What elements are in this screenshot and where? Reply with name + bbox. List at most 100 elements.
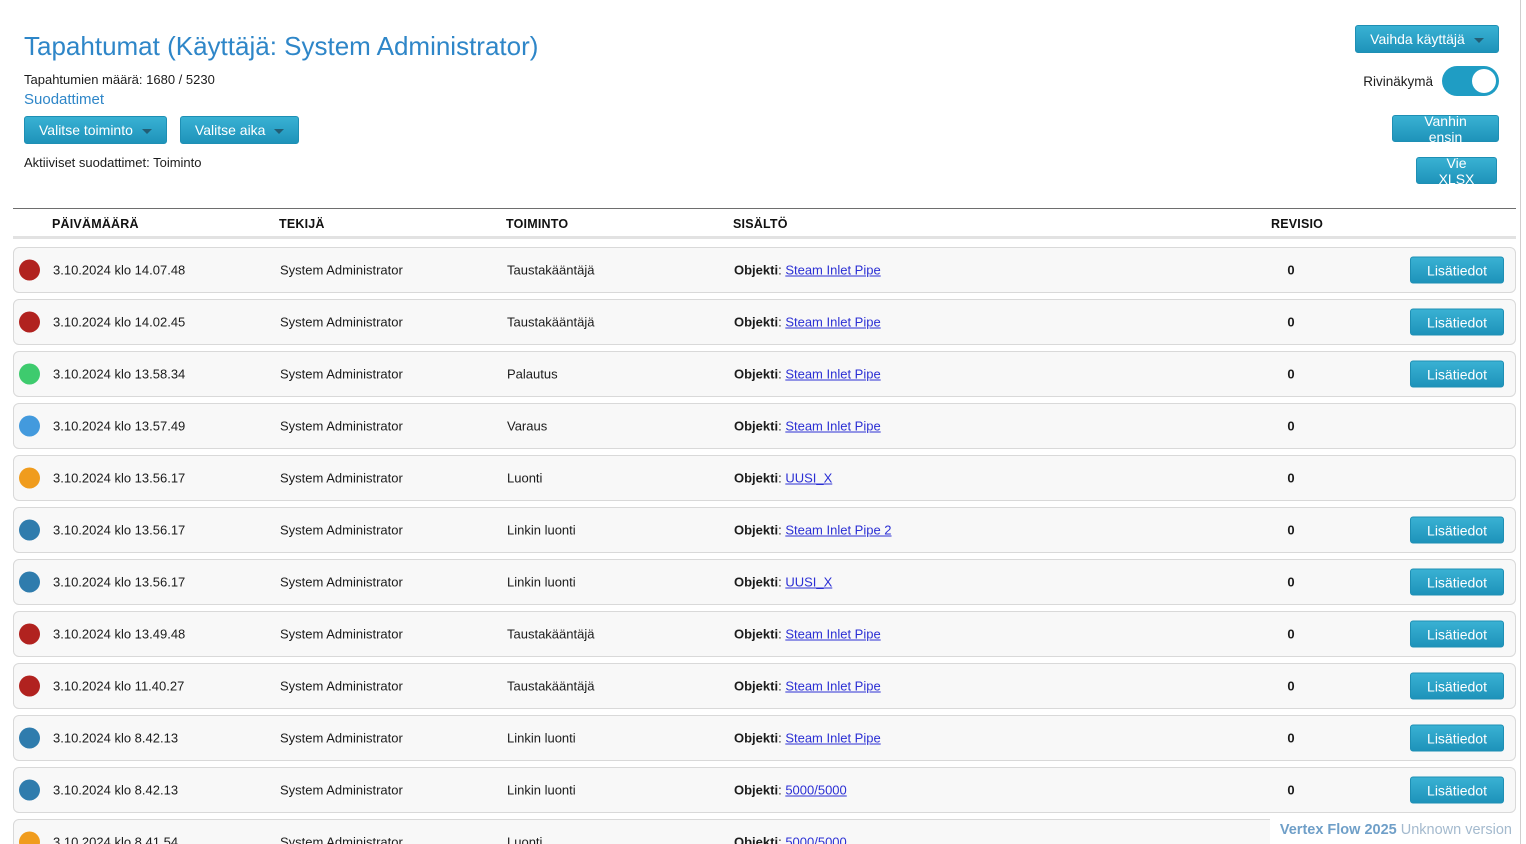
event-date: 3.10.2024 klo 14.07.48 [53, 263, 185, 278]
event-content: Objekti: 5000/5000 [734, 783, 847, 798]
event-action: Linkin luonti [507, 783, 576, 798]
table-row: 3.10.2024 klo 8.42.13 System Administrato… [13, 767, 1516, 813]
event-revision: 0 [1283, 627, 1299, 642]
event-date: 3.10.2024 klo 13.56.17 [53, 523, 185, 538]
details-button[interactable]: Lisätiedot [1410, 309, 1504, 336]
event-author: System Administrator [280, 471, 403, 486]
event-action: Linkin luonti [507, 731, 576, 746]
event-action: Taustakääntäjä [507, 627, 594, 642]
table-row: 3.10.2024 klo 13.58.34System Administrat… [13, 351, 1516, 397]
object-link[interactable]: Steam Inlet Pipe [785, 315, 880, 330]
event-action: Taustakääntäjä [507, 679, 594, 694]
event-action: Taustakääntäjä [507, 315, 594, 330]
object-link[interactable]: Steam Inlet Pipe 2 [785, 523, 891, 538]
oldest-first-button[interactable]: Vanhin ensin [1392, 115, 1499, 142]
object-link[interactable]: Steam Inlet Pipe [785, 731, 880, 746]
event-content: Objekti: Steam Inlet Pipe [734, 419, 881, 434]
change-user-label: Vaihda käyttäjä [1370, 31, 1465, 47]
select-time-dropdown[interactable]: Valitse aika [180, 116, 300, 144]
chevron-down-icon [274, 129, 284, 134]
object-label: Objekti [734, 575, 778, 590]
event-revision: 0 [1283, 263, 1299, 278]
event-content: Objekti: Steam Inlet Pipe [734, 731, 881, 746]
column-header-author: TEKIJÄ [279, 217, 325, 231]
event-type-dot-icon [19, 260, 40, 281]
details-button[interactable]: Lisätiedot [1410, 257, 1504, 284]
object-label: Objekti [734, 679, 778, 694]
details-button[interactable]: Lisätiedot [1410, 621, 1504, 648]
object-link[interactable]: Steam Inlet Pipe [785, 627, 880, 642]
event-date: 3.10.2024 klo 14.02.45 [53, 315, 185, 330]
event-revision: 0 [1283, 783, 1299, 798]
details-button[interactable]: Lisätiedot [1410, 673, 1504, 700]
select-action-dropdown[interactable]: Valitse toiminto [24, 116, 167, 144]
event-action: Varaus [507, 419, 547, 434]
product-name: Vertex Flow 2025 [1280, 822, 1397, 838]
object-label: Objekti [734, 627, 778, 642]
details-button[interactable]: Lisätiedot [1410, 361, 1504, 388]
event-type-dot-icon [19, 780, 40, 801]
event-content: Objekti: Steam Inlet Pipe [734, 627, 881, 642]
details-button[interactable]: Lisätiedot [1410, 777, 1504, 804]
event-action: Luonti [507, 835, 542, 844]
details-button[interactable]: Lisätiedot [1410, 517, 1504, 544]
event-revision: 0 [1283, 731, 1299, 746]
event-author: System Administrator [280, 835, 403, 844]
event-date: 3.10.2024 klo 13.56.17 [53, 471, 185, 486]
object-label: Objekti [734, 835, 778, 844]
table-row: 3.10.2024 klo 13.49.48System Administrat… [13, 611, 1516, 657]
event-revision: 0 [1283, 575, 1299, 590]
object-link[interactable]: Steam Inlet Pipe [785, 263, 880, 278]
event-date: 3.10.2024 klo 8.42.13 [53, 783, 178, 798]
column-header-content: SISÄLTÖ [733, 217, 788, 231]
details-button[interactable]: Lisätiedot [1410, 725, 1504, 752]
event-date: 3.10.2024 klo 8.42.13 [53, 731, 178, 746]
object-link[interactable]: Steam Inlet Pipe [785, 679, 880, 694]
event-type-dot-icon [19, 468, 40, 489]
event-author: System Administrator [280, 367, 403, 382]
filters-link[interactable]: Suodattimet [24, 91, 104, 108]
event-author: System Administrator [280, 263, 403, 278]
object-label: Objekti [734, 315, 778, 330]
event-author: System Administrator [280, 523, 403, 538]
table-row: 3.10.2024 klo 13.56.17 System Administrat… [13, 559, 1516, 605]
event-action: Taustakääntäjä [507, 263, 594, 278]
column-header-action: TOIMINTO [506, 217, 568, 231]
event-type-dot-icon [19, 832, 40, 844]
event-content: Objekti: Steam Inlet Pipe 2 [734, 523, 892, 538]
object-link[interactable]: Steam Inlet Pipe [785, 367, 880, 382]
table-row: 3.10.2024 klo 13.56.17 System Administrat… [13, 455, 1516, 501]
chevron-down-icon [142, 129, 152, 134]
event-content: Objekti: Steam Inlet Pipe [734, 315, 881, 330]
table-row: 3.10.2024 klo 11.40.27System Administrat… [13, 663, 1516, 709]
table-row: 3.10.2024 klo 8.42.13System Administrato… [13, 715, 1516, 761]
event-revision: 0 [1283, 471, 1299, 486]
event-type-dot-icon [19, 676, 40, 697]
object-link[interactable]: UUSI_X [785, 471, 832, 486]
table-row: 3.10.2024 klo 13.57.49System Administrat… [13, 403, 1516, 449]
event-content: Objekti: Steam Inlet Pipe [734, 367, 881, 382]
event-date: 3.10.2024 klo 13.56.17 [53, 575, 185, 590]
object-label: Objekti [734, 731, 778, 746]
change-user-dropdown[interactable]: Vaihda käyttäjä [1355, 25, 1499, 53]
row-view-toggle[interactable] [1442, 66, 1499, 96]
object-link[interactable]: 5000/5000 [785, 835, 846, 844]
event-author: System Administrator [280, 783, 403, 798]
event-count: Tapahtumien määrä: 1680 / 5230 [24, 72, 215, 87]
event-action: Luonti [507, 471, 542, 486]
event-action: Palautus [507, 367, 558, 382]
event-type-dot-icon [19, 520, 40, 541]
object-link[interactable]: UUSI_X [785, 575, 832, 590]
object-link[interactable]: 5000/5000 [785, 783, 846, 798]
event-author: System Administrator [280, 575, 403, 590]
details-button[interactable]: Lisätiedot [1410, 569, 1504, 596]
object-link[interactable]: Steam Inlet Pipe [785, 419, 880, 434]
export-xlsx-button[interactable]: Vie XLSX [1416, 157, 1497, 184]
object-label: Objekti [734, 523, 778, 538]
version-label: Unknown version [1401, 822, 1512, 838]
event-content: Objekti: UUSI_X [734, 575, 832, 590]
event-revision: 0 [1283, 367, 1299, 382]
event-action: Linkin luonti [507, 575, 576, 590]
event-date: 3.10.2024 klo 11.40.27 [53, 679, 184, 694]
object-label: Objekti [734, 471, 778, 486]
